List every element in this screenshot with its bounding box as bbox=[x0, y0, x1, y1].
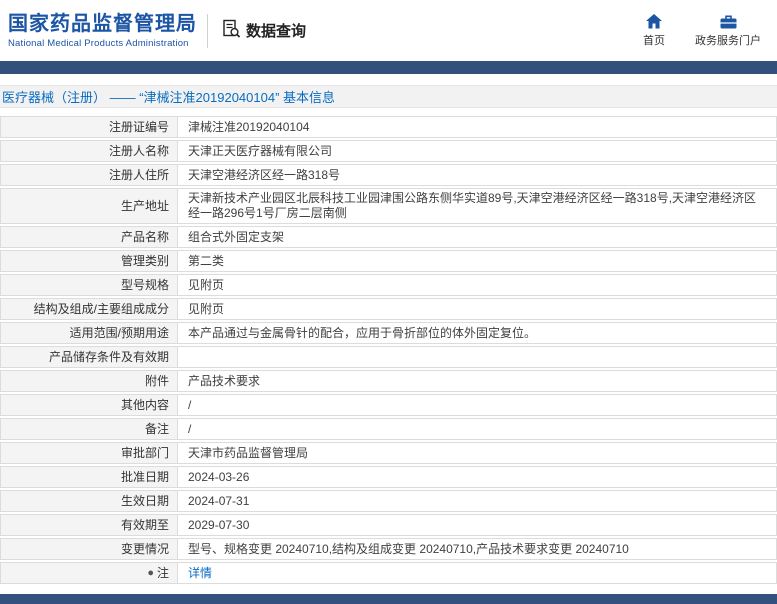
row-label: 审批部门 bbox=[0, 442, 178, 464]
row-label: 型号规格 bbox=[0, 274, 178, 296]
row-value: 见附页 bbox=[178, 274, 777, 296]
home-icon bbox=[646, 13, 662, 29]
row-label: 生产地址 bbox=[0, 188, 178, 224]
table-row: 管理类别 第二类 bbox=[0, 250, 777, 272]
table-row: 变更情况 型号、规格变更 20240710,结构及组成变更 20240710,产… bbox=[0, 538, 777, 560]
header-navy-bar bbox=[0, 61, 777, 74]
nav-home-label: 首页 bbox=[643, 34, 665, 47]
table-row: 审批部门 天津市药品监督管理局 bbox=[0, 442, 777, 464]
portal-icon bbox=[720, 14, 737, 29]
row-label: 注册人名称 bbox=[0, 140, 178, 162]
site-header: 国家药品监督管理局 National Medical Products Admi… bbox=[0, 0, 777, 61]
table-row: 附件 产品技术要求 bbox=[0, 370, 777, 392]
row-label: ● 注 bbox=[0, 562, 178, 584]
table-row: 结构及组成/主要组成成分 见附页 bbox=[0, 298, 777, 320]
page-title: 医疗器械（注册） —— “津械注准20192040104” 基本信息 bbox=[2, 90, 336, 105]
page-title-bar: 医疗器械（注册） —— “津械注准20192040104” 基本信息 bbox=[0, 85, 777, 108]
table-row: 型号规格 见附页 bbox=[0, 274, 777, 296]
row-label: 适用范围/预期用途 bbox=[0, 322, 178, 344]
row-value: 2029-07-30 bbox=[178, 514, 777, 536]
table-row-note: ● 注 详情 bbox=[0, 562, 777, 584]
row-value: 本产品通过与金属骨针的配合，应用于骨折部位的体外固定复位。 bbox=[178, 322, 777, 344]
row-value: 天津市药品监督管理局 bbox=[178, 442, 777, 464]
row-value: / bbox=[178, 394, 777, 416]
table-row: 注册证编号 津械注准20192040104 bbox=[0, 116, 777, 138]
logo-subtitle: National Medical Products Administration bbox=[8, 37, 189, 49]
row-label: 批准日期 bbox=[0, 466, 178, 488]
registration-info-table: 注册证编号 津械注准20192040104 注册人名称 天津正天医疗器械有限公司… bbox=[0, 116, 777, 584]
row-label: 备注 bbox=[0, 418, 178, 440]
data-query-section: 数据查询 bbox=[222, 19, 306, 42]
row-value: 2024-07-31 bbox=[178, 490, 777, 512]
row-value: 型号、规格变更 20240710,结构及组成变更 20240710,产品技术要求… bbox=[178, 538, 777, 560]
row-value: 第二类 bbox=[178, 250, 777, 272]
note-icon: ● bbox=[147, 566, 154, 579]
row-value: 津械注准20192040104 bbox=[178, 116, 777, 138]
row-label: 产品储存条件及有效期 bbox=[0, 346, 178, 368]
detail-link[interactable]: 详情 bbox=[188, 566, 212, 581]
row-label: 管理类别 bbox=[0, 250, 178, 272]
row-value: 产品技术要求 bbox=[178, 370, 777, 392]
header-divider bbox=[207, 13, 208, 48]
row-value: 2024-03-26 bbox=[178, 466, 777, 488]
table-row: 生效日期 2024-07-31 bbox=[0, 490, 777, 512]
footer-navy-bar bbox=[0, 594, 777, 604]
table-row: 批准日期 2024-03-26 bbox=[0, 466, 777, 488]
table-row: 生产地址 天津新技术产业园区北辰科技工业园津围公路东侧华实道89号,天津空港经济… bbox=[0, 188, 777, 224]
data-query-label: 数据查询 bbox=[246, 23, 307, 40]
row-label: 其他内容 bbox=[0, 394, 178, 416]
table-row: 适用范围/预期用途 本产品通过与金属骨针的配合，应用于骨折部位的体外固定复位。 bbox=[0, 322, 777, 344]
nav-portal[interactable]: 政务服务门户 bbox=[695, 14, 761, 48]
nav-portal-label: 政务服务门户 bbox=[695, 34, 761, 47]
row-label: 有效期至 bbox=[0, 514, 178, 536]
row-value: 天津空港经济区经一路318号 bbox=[178, 164, 777, 186]
row-label: 生效日期 bbox=[0, 490, 178, 512]
row-label-text: 注 bbox=[156, 565, 169, 580]
row-label: 附件 bbox=[0, 370, 178, 392]
nav-home[interactable]: 首页 bbox=[643, 13, 665, 48]
row-value: 天津正天医疗器械有限公司 bbox=[178, 140, 777, 162]
table-row: 备注 / bbox=[0, 418, 777, 440]
table-row: 注册人名称 天津正天医疗器械有限公司 bbox=[0, 140, 777, 162]
row-value: 组合式外固定支架 bbox=[178, 226, 777, 248]
row-label: 结构及组成/主要组成成分 bbox=[0, 298, 178, 320]
row-value: 详情 bbox=[178, 562, 777, 584]
row-value: / bbox=[178, 418, 777, 440]
row-value: 见附页 bbox=[178, 298, 777, 320]
row-label: 注册人住所 bbox=[0, 164, 178, 186]
row-value: 天津新技术产业园区北辰科技工业园津围公路东侧华实道89号,天津空港经济区经一路3… bbox=[178, 188, 777, 224]
data-query-icon bbox=[222, 19, 241, 42]
logo-title: 国家药品监督管理局 bbox=[8, 12, 197, 35]
table-row: 有效期至 2029-07-30 bbox=[0, 514, 777, 536]
table-row: 产品名称 组合式外固定支架 bbox=[0, 226, 777, 248]
table-row: 注册人住所 天津空港经济区经一路318号 bbox=[0, 164, 777, 186]
app-logo: 国家药品监督管理局 National Medical Products Admi… bbox=[8, 13, 197, 49]
row-label: 注册证编号 bbox=[0, 116, 178, 138]
row-label: 变更情况 bbox=[0, 538, 178, 560]
table-row: 产品储存条件及有效期 bbox=[0, 346, 777, 368]
row-label: 产品名称 bbox=[0, 226, 178, 248]
row-value bbox=[178, 346, 777, 368]
table-row: 其他内容 / bbox=[0, 394, 777, 416]
